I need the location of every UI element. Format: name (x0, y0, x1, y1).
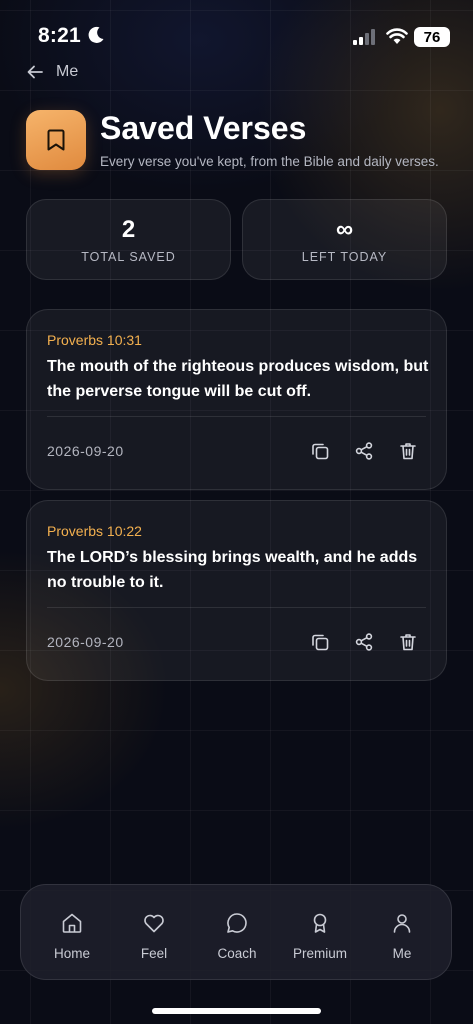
copy-icon (312, 634, 329, 651)
nav-label: Feel (140, 946, 168, 961)
nav-label: Me (392, 946, 412, 961)
stat-total-saved: 2 TOTAL SAVED (26, 199, 231, 280)
signal-icon (353, 29, 375, 45)
share-icon (355, 442, 373, 460)
page-title: Saved Verses (100, 110, 307, 146)
delete-button[interactable] (396, 630, 420, 654)
back-label: Me (56, 63, 79, 80)
share-button[interactable] (352, 439, 376, 463)
nav-item-home[interactable]: Home (29, 885, 115, 981)
bookmark-badge (26, 110, 86, 170)
nav-label: Premium (292, 946, 347, 961)
trash-icon (400, 443, 416, 460)
nav-item-feel[interactable]: Feel (111, 885, 197, 981)
verse-card: Proverbs 10:22 The LORD’s blessing bring… (26, 500, 447, 681)
verse-text: The LORD’s blessing brings wealth, and h… (47, 549, 418, 591)
divider (47, 416, 426, 417)
stat-label: TOTAL SAVED (81, 249, 176, 264)
nav-item-me[interactable]: Me (359, 885, 445, 981)
page-subtitle: Every verse you've kept, from the Bible … (100, 154, 439, 169)
delete-button[interactable] (396, 439, 420, 463)
wifi-icon (386, 28, 408, 44)
copy-button[interactable] (308, 630, 332, 654)
copy-button[interactable] (308, 439, 332, 463)
verse-date: 2026-09-20 (47, 443, 124, 459)
copy-icon (312, 443, 329, 460)
user-icon (393, 914, 411, 933)
stat-left-today: ∞ LEFT TODAY (242, 199, 447, 280)
chat-icon (227, 913, 247, 933)
stat-value: ∞ (335, 215, 354, 243)
home-icon (62, 913, 82, 933)
verse-card: Proverbs 10:31 The mouth of the righteou… (26, 309, 447, 490)
heart-icon (144, 914, 164, 933)
nav-label: Home (53, 946, 90, 961)
status-bar: 8:21 76 (0, 0, 473, 56)
battery-indicator: 76 (414, 27, 450, 47)
home-indicator[interactable] (152, 1008, 321, 1014)
verse-reference: Proverbs 10:31 (47, 332, 142, 348)
divider (47, 607, 426, 608)
back-button[interactable]: Me (26, 60, 78, 84)
share-icon (355, 633, 373, 651)
nav-label: Coach (217, 946, 257, 961)
award-icon (313, 913, 327, 933)
stat-label: LEFT TODAY (301, 249, 388, 264)
trash-icon (400, 634, 416, 651)
nav-item-coach[interactable]: Coach (194, 885, 280, 981)
status-time: 8:21 (38, 24, 81, 47)
nav-item-premium[interactable]: Premium (277, 885, 363, 981)
bottom-nav: Home Feel Coach Premium Me (20, 884, 452, 980)
moon-icon (88, 26, 104, 43)
verse-date: 2026-09-20 (47, 634, 124, 650)
verse-reference: Proverbs 10:22 (47, 523, 142, 539)
verse-text: The mouth of the righteous produces wisd… (47, 358, 429, 400)
arrow-left-icon (27, 65, 43, 79)
stat-value: 2 (121, 215, 136, 243)
bookmark-icon (47, 129, 65, 151)
share-button[interactable] (352, 630, 376, 654)
